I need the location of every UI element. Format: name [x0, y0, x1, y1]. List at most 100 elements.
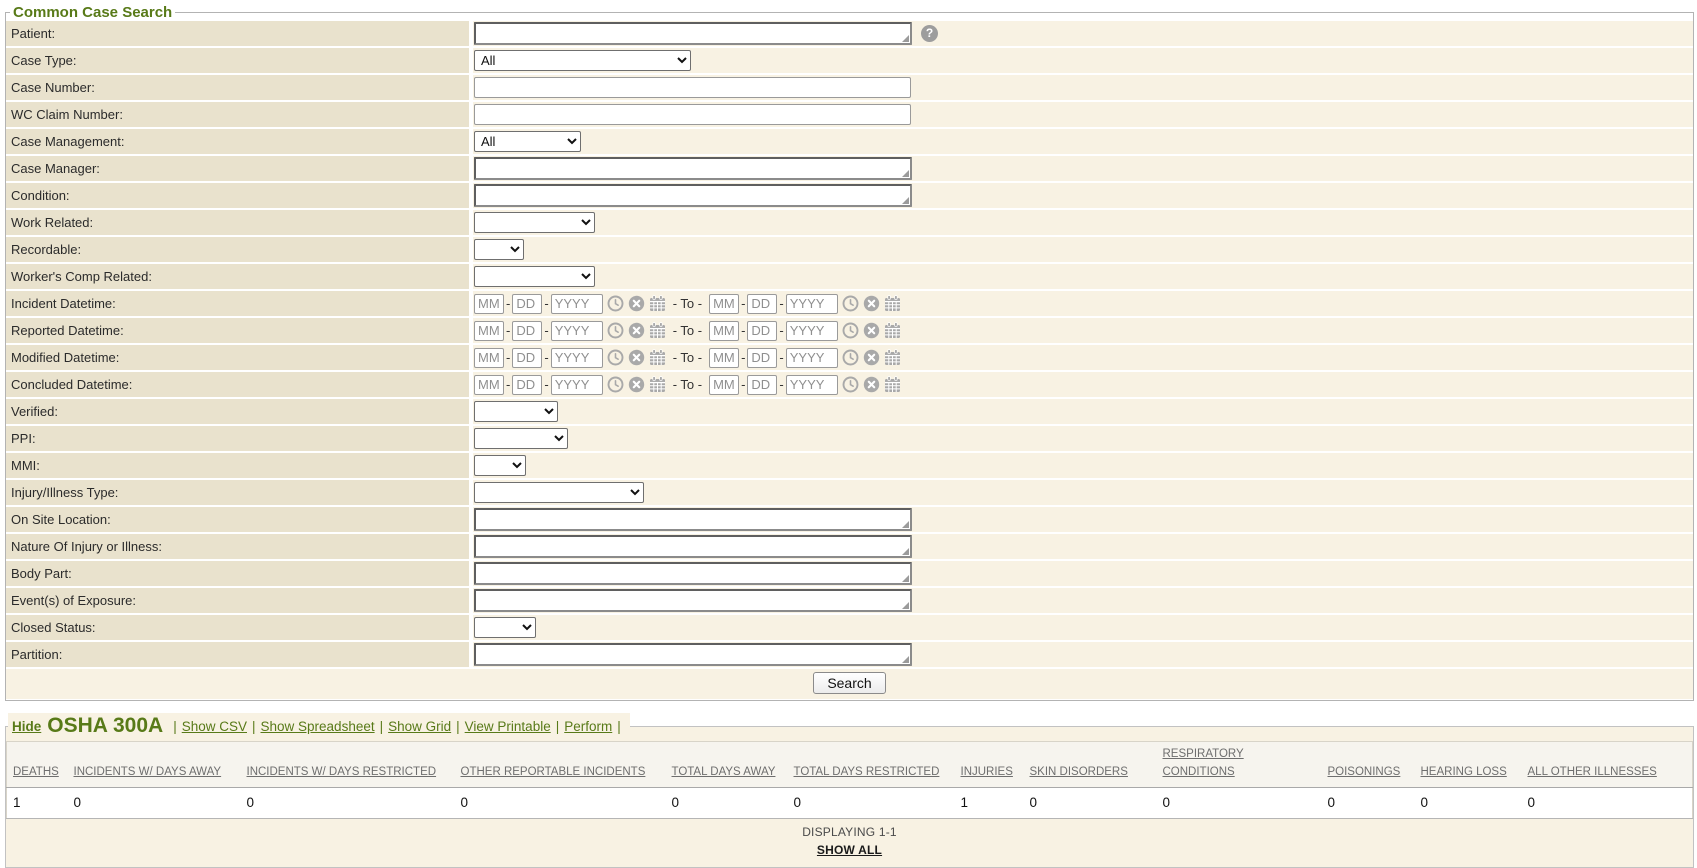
reported-datetime-from-yyyy-input[interactable]: [550, 320, 603, 341]
modified-datetime-from-dd-input[interactable]: [512, 347, 543, 368]
field-value-area: [473, 156, 1693, 181]
column-header-link[interactable]: INCIDENTS W/ DAYS AWAY: [74, 766, 222, 778]
column-header-link[interactable]: TOTAL DAYS RESTRICTED: [794, 766, 940, 778]
view-printable-link[interactable]: View Printable: [465, 719, 551, 734]
field-label: Partition:: [6, 642, 469, 667]
clear-date-icon[interactable]: [863, 349, 880, 366]
event-s-of-exposure-input[interactable]: [474, 589, 912, 612]
incident-datetime-from-yyyy-input[interactable]: [550, 293, 603, 314]
recordable-select[interactable]: [474, 239, 524, 260]
date-separator: -: [544, 377, 549, 392]
help-icon[interactable]: ?: [921, 25, 938, 42]
worker-s-comp-related-select[interactable]: [474, 266, 595, 287]
incident-datetime-to-dd-input[interactable]: [747, 293, 778, 314]
column-header-link[interactable]: ALL OTHER ILLNESSES: [1528, 766, 1657, 778]
column-header-incidents-w-days-away: INCIDENTS W/ DAYS AWAY: [67, 741, 241, 788]
concluded-datetime-to-mm-input[interactable]: [709, 374, 740, 395]
calendar-icon[interactable]: [649, 376, 666, 393]
on-site-location-input[interactable]: [474, 508, 912, 531]
incident-datetime-from-dd-input[interactable]: [512, 293, 543, 314]
reported-datetime-to-yyyy-input[interactable]: [785, 320, 838, 341]
concluded-datetime-from-dd-input[interactable]: [512, 374, 543, 395]
show-grid-link[interactable]: Show Grid: [388, 719, 451, 734]
clear-date-icon[interactable]: [628, 322, 645, 339]
column-header-link[interactable]: SKIN DISORDERS: [1030, 766, 1128, 778]
concluded-datetime-to-dd-input[interactable]: [747, 374, 778, 395]
nature-of-injury-or-illness-input[interactable]: [474, 535, 912, 558]
modified-datetime-to-mm-input[interactable]: [709, 347, 740, 368]
calendar-icon[interactable]: [884, 295, 901, 312]
ppi-select[interactable]: [474, 428, 568, 449]
clock-icon[interactable]: [607, 349, 624, 366]
modified-datetime-to-yyyy-input[interactable]: [785, 347, 838, 368]
reported-datetime-from-dd-input[interactable]: [512, 320, 543, 341]
clock-icon[interactable]: [842, 349, 859, 366]
clear-date-icon[interactable]: [628, 295, 645, 312]
date-separator: -: [506, 350, 511, 365]
clock-icon[interactable]: [842, 295, 859, 312]
show-spreadsheet-link[interactable]: Show Spreadsheet: [261, 719, 375, 734]
hide-link[interactable]: Hide: [12, 719, 41, 734]
incident-datetime-to-yyyy-input[interactable]: [785, 293, 838, 314]
calendar-icon[interactable]: [649, 349, 666, 366]
verified-select[interactable]: [474, 401, 558, 422]
perform-link[interactable]: Perform: [564, 719, 612, 734]
clock-icon[interactable]: [842, 376, 859, 393]
closed-status-select[interactable]: [474, 617, 536, 638]
incident-datetime-from-mm-input[interactable]: [474, 293, 504, 314]
column-header-link[interactable]: OTHER REPORTABLE INCIDENTS: [461, 766, 646, 778]
wc-claim-number-input[interactable]: [474, 104, 911, 125]
date-separator: -: [544, 296, 549, 311]
concluded-datetime-from-yyyy-input[interactable]: [550, 374, 603, 395]
clock-icon[interactable]: [842, 322, 859, 339]
show-all-link[interactable]: SHOW ALL: [817, 843, 882, 857]
field-label: PPI:: [6, 426, 469, 451]
show-csv-link[interactable]: Show CSV: [182, 719, 247, 734]
column-header-link[interactable]: INCIDENTS W/ DAYS RESTRICTED: [247, 766, 437, 778]
modified-datetime-from-mm-input[interactable]: [474, 347, 504, 368]
on-site-location-input-wrap: [474, 508, 912, 531]
column-header-link[interactable]: INJURIES: [961, 766, 1013, 778]
form-row-ppi: PPI:: [6, 426, 1693, 451]
case-management-select[interactable]: All: [474, 131, 581, 152]
clock-icon[interactable]: [607, 376, 624, 393]
case-type-select[interactable]: All: [474, 50, 691, 71]
body-part-input[interactable]: [474, 562, 912, 585]
form-row-closed-status: Closed Status:: [6, 615, 1693, 640]
case-manager-input[interactable]: [474, 157, 912, 180]
reported-datetime-to-dd-input[interactable]: [747, 320, 778, 341]
patient-input[interactable]: [474, 22, 912, 45]
case-number-input[interactable]: [474, 77, 911, 98]
column-header-link[interactable]: DEATHS: [13, 766, 59, 778]
form-row-patient: Patient:?: [6, 21, 1693, 46]
reported-datetime-from-mm-input[interactable]: [474, 320, 504, 341]
column-header-link[interactable]: POISONINGS: [1328, 766, 1401, 778]
modified-datetime-to-dd-input[interactable]: [747, 347, 778, 368]
calendar-icon[interactable]: [884, 349, 901, 366]
injury-illness-type-select[interactable]: [474, 482, 644, 503]
concluded-datetime-to-yyyy-input[interactable]: [785, 374, 838, 395]
concluded-datetime-from-mm-input[interactable]: [474, 374, 504, 395]
incident-datetime-to-mm-input[interactable]: [709, 293, 740, 314]
partition-input[interactable]: [474, 643, 912, 666]
mmi-select[interactable]: [474, 455, 526, 476]
calendar-icon[interactable]: [649, 322, 666, 339]
work-related-select[interactable]: [474, 212, 595, 233]
modified-datetime-from-yyyy-input[interactable]: [550, 347, 603, 368]
column-header-link[interactable]: TOTAL DAYS AWAY: [672, 766, 776, 778]
column-header-link[interactable]: RESPIRATORY CONDITIONS: [1163, 748, 1244, 778]
reported-datetime-to-mm-input[interactable]: [709, 320, 740, 341]
calendar-icon[interactable]: [884, 322, 901, 339]
column-header-link[interactable]: HEARING LOSS: [1421, 766, 1507, 778]
calendar-icon[interactable]: [649, 295, 666, 312]
clock-icon[interactable]: [607, 322, 624, 339]
clear-date-icon[interactable]: [863, 295, 880, 312]
clear-date-icon[interactable]: [628, 376, 645, 393]
clear-date-icon[interactable]: [863, 322, 880, 339]
clock-icon[interactable]: [607, 295, 624, 312]
condition-input[interactable]: [474, 184, 912, 207]
search-button[interactable]: Search: [813, 672, 886, 694]
clear-date-icon[interactable]: [863, 376, 880, 393]
clear-date-icon[interactable]: [628, 349, 645, 366]
calendar-icon[interactable]: [884, 376, 901, 393]
